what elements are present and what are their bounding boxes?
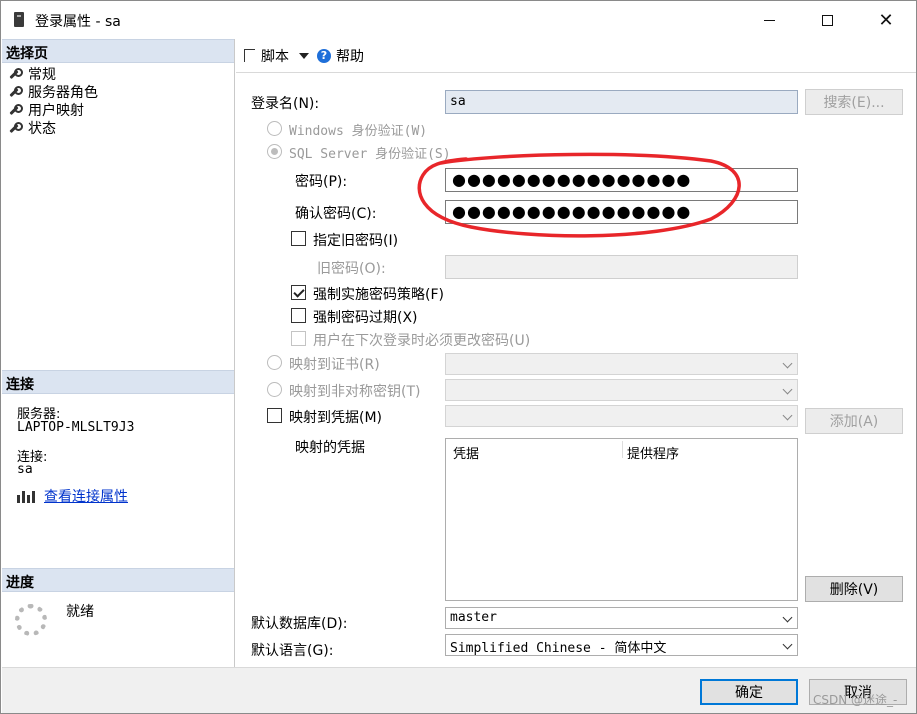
help-icon: ? [317, 48, 331, 63]
view-connection-properties-label: 查看连接属性 [44, 489, 128, 505]
enforce-expiration-label: 强制密码过期(X) [313, 310, 418, 326]
password-label: 密码(P): [295, 174, 348, 190]
asym-key-select[interactable] [445, 379, 798, 401]
default-language-select[interactable]: Simplified Chinese - 简体中文 [445, 634, 798, 656]
default-language-value: Simplified Chinese - 简体中文 [450, 641, 667, 656]
old-password-input[interactable] [445, 255, 798, 279]
watermark: CSDN @迷途_- [813, 693, 898, 707]
connection-icon [16, 489, 36, 503]
grid-column-credential[interactable]: 凭据 [453, 443, 479, 462]
certificate-select[interactable] [445, 353, 798, 375]
page-item-general[interactable]: 常规 [8, 65, 56, 83]
wrench-icon [8, 86, 23, 98]
default-database-value: master [450, 610, 497, 625]
close-button[interactable]: ✕ [863, 1, 909, 39]
chevron-down-icon [782, 612, 793, 623]
map-certificate-label: 映射到证书(R) [289, 357, 380, 373]
script-button[interactable]: 脚本 [261, 46, 289, 66]
windows-auth-label: Windows 身份验证(W) [289, 124, 428, 139]
maximize-button[interactable] [804, 1, 850, 39]
ok-button[interactable]: 确定 [700, 679, 798, 705]
default-database-select[interactable]: master [445, 607, 798, 629]
remove-credential-button[interactable]: 删除(V) [805, 576, 903, 602]
mapped-credentials-grid[interactable]: 凭据 提供程序 [445, 438, 798, 601]
must-change-checkbox[interactable] [291, 331, 306, 346]
script-icon [244, 49, 255, 62]
red-annotation-ellipse [417, 152, 741, 238]
title-bar: 登录属性 - sa ✕ [1, 1, 916, 39]
search-button[interactable]: 搜索(E)... [805, 89, 903, 115]
sql-auth-radio[interactable] [267, 144, 282, 159]
connection-header: 连接 [2, 370, 234, 394]
maximize-icon [821, 14, 833, 26]
chevron-down-icon [782, 639, 793, 650]
page-item-label: 常规 [28, 67, 56, 83]
left-panel: 选择页 常规 服务器角色 用户映射 状态 连接 服务器: LAPTOP-MLSL… [2, 39, 235, 667]
page-item-server-roles[interactable]: 服务器角色 [8, 83, 98, 101]
add-credential-button[interactable]: 添加(A) [805, 408, 903, 434]
mapped-credentials-label: 映射的凭据 [295, 440, 365, 456]
server-icon [14, 12, 24, 27]
enforce-policy-checkbox[interactable] [291, 285, 306, 300]
grid-column-divider [622, 441, 623, 458]
chevron-down-icon [782, 410, 793, 421]
map-credential-checkbox[interactable] [267, 408, 282, 423]
default-language-label: 默认语言(G): [251, 643, 334, 659]
map-credential-label: 映射到凭据(M) [289, 410, 383, 426]
login-name-label: 登录名(N): [251, 96, 320, 112]
wrench-icon [8, 104, 23, 116]
select-page-header: 选择页 [2, 39, 234, 63]
grid-column-provider[interactable]: 提供程序 [627, 443, 679, 462]
progress-spinner-icon [15, 604, 47, 636]
chevron-down-icon[interactable] [299, 52, 309, 59]
minimize-icon [763, 19, 775, 21]
progress-header: 进度 [2, 568, 234, 592]
map-asym-key-label: 映射到非对称密钥(T) [289, 384, 421, 400]
enforce-policy-label: 强制实施密码策略(F) [313, 287, 444, 303]
page-item-user-mapping[interactable]: 用户映射 [8, 101, 84, 119]
view-connection-properties-link[interactable]: 查看连接属性 [16, 486, 128, 506]
specify-old-password-label: 指定旧密码(I) [313, 233, 399, 249]
login-properties-window: 登录属性 - sa ✕ 选择页 常规 服务器角色 用户映射 状态 连接 服务器:… [0, 0, 917, 714]
must-change-label: 用户在下次登录时必须更改密码(U) [313, 333, 531, 349]
map-certificate-radio[interactable] [267, 355, 282, 370]
close-icon: ✕ [878, 9, 894, 31]
page-item-label: 服务器角色 [28, 85, 98, 101]
help-button[interactable]: 帮助 [336, 46, 364, 66]
page-item-label: 用户映射 [28, 103, 84, 119]
server-value: LAPTOP-MLSLT9J3 [17, 420, 135, 435]
page-item-status[interactable]: 状态 [8, 119, 56, 137]
specify-old-password-checkbox[interactable] [291, 231, 306, 246]
old-password-label: 旧密码(O): [317, 261, 386, 277]
connection-value: sa [17, 462, 33, 477]
window-title: 登录属性 - sa [35, 14, 121, 30]
default-database-label: 默认数据库(D): [251, 616, 348, 632]
chevron-down-icon [782, 384, 793, 395]
page-item-label: 状态 [28, 121, 56, 137]
wrench-icon [8, 68, 23, 80]
windows-auth-radio[interactable] [267, 121, 282, 136]
minimize-button[interactable] [746, 1, 792, 39]
toolbar: 脚本 ? 帮助 [236, 39, 916, 73]
progress-status: 就绪 [66, 604, 94, 620]
chevron-down-icon [782, 358, 793, 369]
enforce-expiration-checkbox[interactable] [291, 308, 306, 323]
credential-select[interactable] [445, 405, 798, 427]
wrench-icon [8, 122, 23, 134]
confirm-password-label: 确认密码(C): [295, 206, 377, 222]
login-name-input[interactable]: sa [445, 90, 798, 114]
map-asym-key-radio[interactable] [267, 382, 282, 397]
